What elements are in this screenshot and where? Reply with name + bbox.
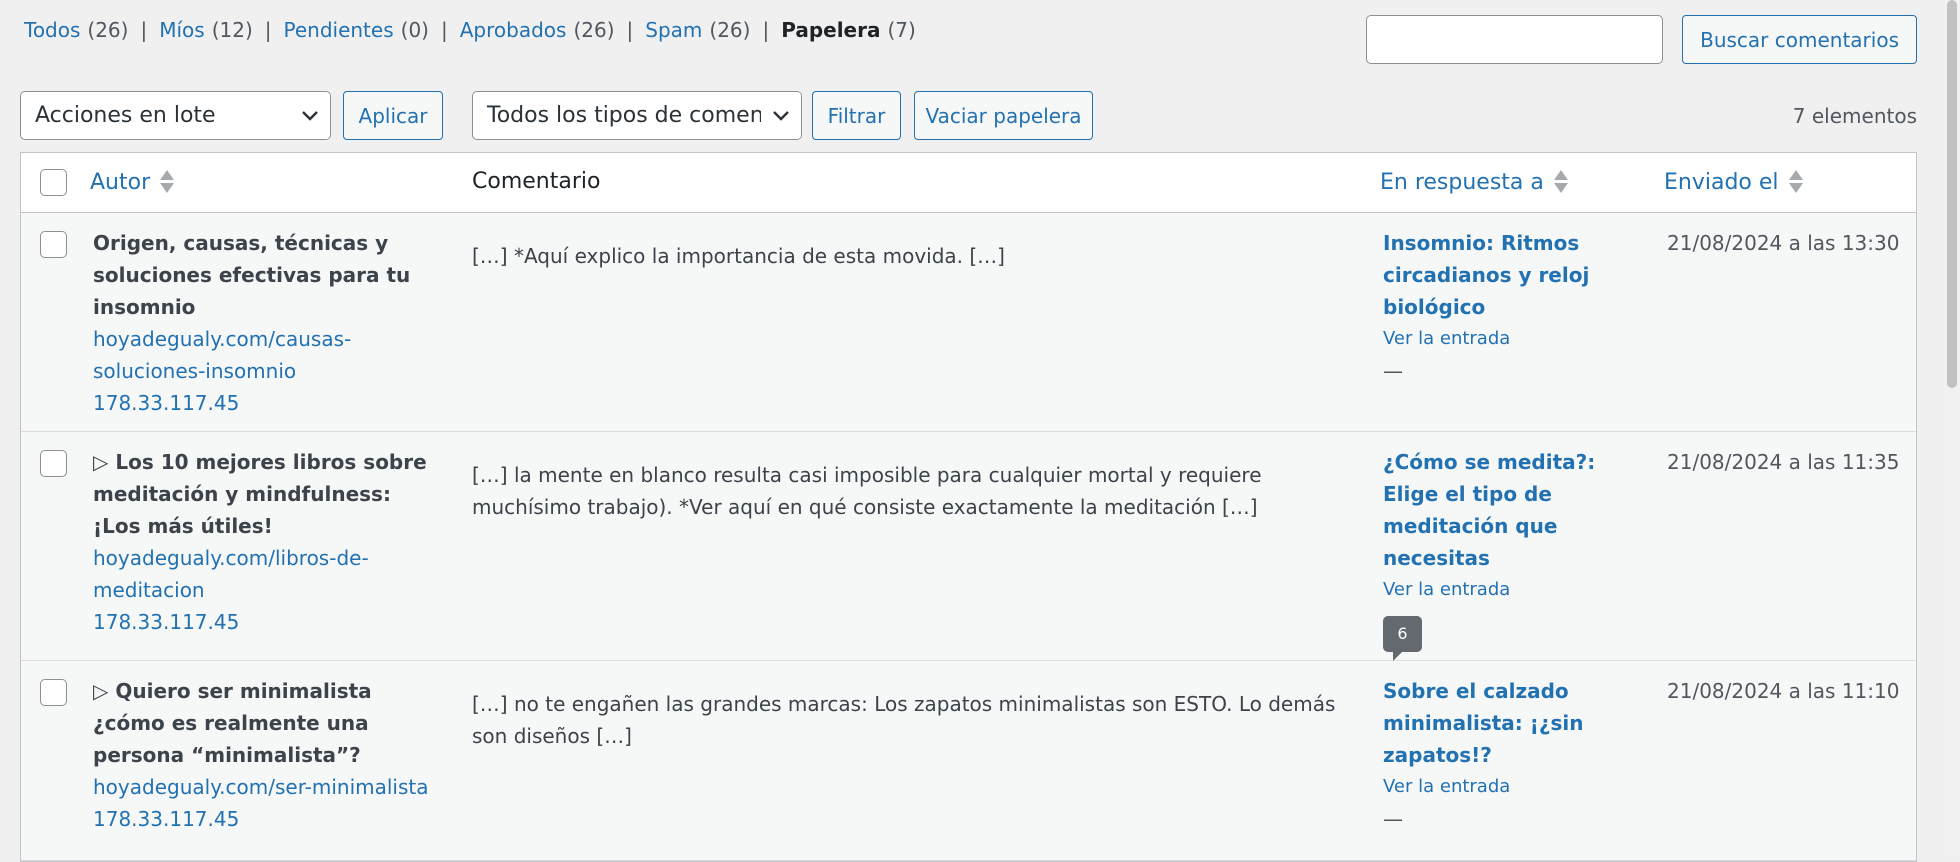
items-count: 7 elementos: [1792, 104, 1917, 128]
comment-type-select[interactable]: Todos los tipos de comentarios: [472, 91, 802, 140]
filter-label[interactable]: Spam: [645, 18, 702, 42]
comments-table: Autor Comentario En respuesta a Enviado …: [20, 152, 1917, 862]
row-checkbox[interactable]: [40, 450, 67, 477]
filter-approved[interactable]: Aprobados (26): [460, 18, 615, 42]
response-post-link[interactable]: Sobre el calzado minimalista: ¡¿sin zapa…: [1383, 675, 1653, 771]
sort-icon: [160, 169, 175, 195]
comment-text: […] *Aquí explico la importancia de esta…: [472, 244, 1005, 268]
filter-all[interactable]: Todos (26): [24, 18, 128, 42]
response-cell: Insomnio: Ritmos circadianos y reloj bio…: [1383, 227, 1653, 387]
filter-count: (26): [709, 18, 751, 42]
author-ip-link[interactable]: 178.33.117.45: [93, 387, 443, 419]
filter-separator: |: [440, 18, 448, 42]
filter-separator: |: [140, 18, 148, 42]
filter-count: (7): [887, 18, 916, 42]
comment-type-value: Todos los tipos de comentarios: [487, 103, 802, 128]
filter-label[interactable]: Míos: [159, 18, 204, 42]
view-post-link[interactable]: Ver la entrada: [1383, 574, 1653, 606]
filter-count: (12): [211, 18, 253, 42]
filter-count: (0): [400, 18, 429, 42]
column-author[interactable]: Autor: [90, 169, 175, 195]
scrollbar-thumb[interactable]: [1947, 0, 1957, 388]
author-name: ▷ Los 10 mejores libros sobre meditación…: [93, 450, 427, 538]
table-row: ▷ Los 10 mejores libros sobre meditación…: [21, 432, 1916, 661]
filter-separator: |: [762, 18, 770, 42]
author-ip-link[interactable]: 178.33.117.45: [93, 803, 443, 835]
bulk-actions-select[interactable]: Acciones en lote: [20, 91, 331, 140]
row-checkbox[interactable]: [40, 231, 67, 258]
sort-icon: [1788, 169, 1803, 195]
author-name: ▷ Quiero ser minimalista ¿cómo es realme…: [93, 679, 372, 767]
search-button[interactable]: Buscar comentarios: [1682, 15, 1917, 64]
page-scrollbar[interactable]: [1944, 0, 1960, 850]
response-cell: ¿Cómo se medita?: Elige el tipo de medit…: [1383, 446, 1653, 661]
response-cell: Sobre el calzado minimalista: ¡¿sin zapa…: [1383, 675, 1653, 835]
view-post-link[interactable]: Ver la entrada: [1383, 323, 1653, 355]
author-cell: ▷ Los 10 mejores libros sobre meditación…: [93, 446, 443, 638]
filter-spam[interactable]: Spam (26): [645, 18, 750, 42]
comment-count-empty: —: [1383, 359, 1403, 383]
filter-count: (26): [87, 18, 129, 42]
chevron-down-icon: [761, 92, 801, 139]
column-comment: Comentario: [472, 169, 601, 194]
search-box: Buscar comentarios: [1366, 15, 1917, 64]
view-post-link[interactable]: Ver la entrada: [1383, 771, 1653, 803]
column-response[interactable]: En respuesta a: [1380, 169, 1568, 195]
filter-count: (26): [573, 18, 615, 42]
column-author-label: Autor: [90, 169, 151, 195]
comment-text: […] la mente en blanco resulta casi impo…: [472, 463, 1262, 519]
filter-label[interactable]: Aprobados: [460, 18, 567, 42]
response-post-link[interactable]: Insomnio: Ritmos circadianos y reloj bio…: [1383, 227, 1653, 323]
status-filter-links: Todos (26) | Míos (12) | Pendientes (0) | A…: [24, 18, 916, 42]
submitted-date: 21/08/2024 a las 13:30: [1667, 231, 1900, 255]
filter-mine[interactable]: Míos (12): [159, 18, 253, 42]
author-url-link[interactable]: hoyadegualy.com/causas-soluciones-insomn…: [93, 323, 443, 387]
filter-separator: |: [626, 18, 634, 42]
author-cell: ▷ Quiero ser minimalista ¿cómo es realme…: [93, 675, 443, 835]
search-input[interactable]: [1366, 15, 1664, 64]
author-url-link[interactable]: hoyadegualy.com/ser-minimalista: [93, 771, 443, 803]
submitted-date: 21/08/2024 a las 11:35: [1667, 450, 1900, 474]
filter-label[interactable]: Pendientes: [284, 18, 394, 42]
tablenav-top: Acciones en lote Aplicar Todos los tipos…: [20, 91, 1917, 140]
column-date-label: Enviado el: [1664, 169, 1779, 195]
author-name: Origen, causas, técnicas y soluciones ef…: [93, 231, 411, 319]
apply-button[interactable]: Aplicar: [343, 91, 443, 140]
filter-pending[interactable]: Pendientes (0): [284, 18, 429, 42]
comment-count-empty: —: [1383, 807, 1403, 831]
author-cell: Origen, causas, técnicas y soluciones ef…: [93, 227, 443, 419]
filter-button[interactable]: Filtrar: [812, 91, 901, 140]
submitted-date: 21/08/2024 a las 11:10: [1667, 679, 1900, 703]
filter-label: Papelera: [781, 18, 881, 42]
comment-count-bubble[interactable]: 6: [1383, 616, 1422, 661]
author-url-link[interactable]: hoyadegualy.com/libros-de-meditacion: [93, 542, 443, 606]
table-row: ▷ Quiero ser minimalista ¿cómo es realme…: [21, 661, 1916, 861]
table-row: Origen, causas, técnicas y soluciones ef…: [21, 213, 1916, 432]
table-header: Autor Comentario En respuesta a Enviado …: [21, 153, 1916, 213]
comment-text: […] no te engañen las grandes marcas: Lo…: [472, 692, 1336, 748]
chevron-down-icon: [290, 92, 330, 139]
author-ip-link[interactable]: 178.33.117.45: [93, 606, 443, 638]
select-all-checkbox[interactable]: [40, 169, 67, 196]
row-checkbox[interactable]: [40, 679, 67, 706]
response-post-link[interactable]: ¿Cómo se medita?: Elige el tipo de medit…: [1383, 446, 1653, 574]
column-date[interactable]: Enviado el: [1664, 169, 1803, 195]
filter-label[interactable]: Todos: [24, 18, 80, 42]
filter-separator: |: [264, 18, 272, 42]
sort-icon: [1553, 169, 1568, 195]
filter-trash: Papelera (7): [781, 18, 916, 42]
column-response-label: En respuesta a: [1380, 169, 1544, 195]
empty-trash-button[interactable]: Vaciar papelera: [914, 91, 1093, 140]
bulk-actions-value: Acciones en lote: [35, 103, 216, 128]
